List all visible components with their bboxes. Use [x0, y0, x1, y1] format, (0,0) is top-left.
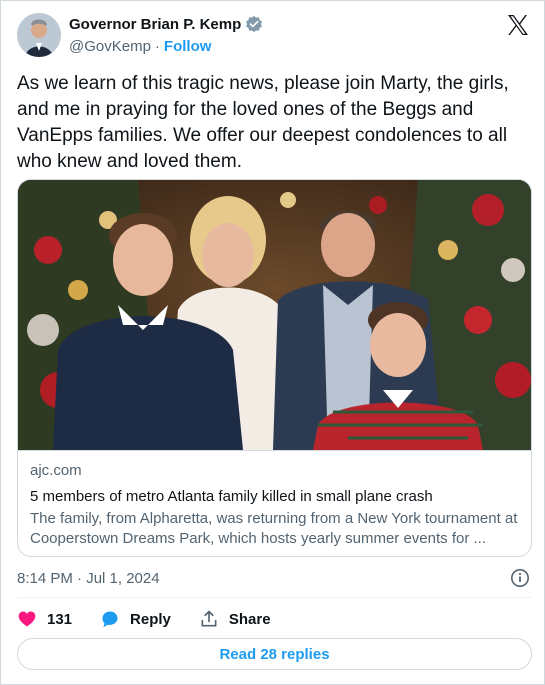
handle[interactable]: @GovKemp	[69, 38, 151, 55]
reply-bubble-icon	[102, 611, 118, 628]
heart-icon	[18, 611, 36, 627]
info-icon[interactable]	[510, 568, 530, 588]
avatar[interactable]	[17, 13, 61, 57]
tweet-embed: Governor Brian P. Kemp @GovKemp · Follow…	[0, 0, 545, 685]
share-label: Share	[228, 610, 271, 628]
follow-button[interactable]: Follow	[164, 38, 212, 55]
display-name[interactable]: Governor Brian P. Kemp	[69, 16, 241, 33]
timestamp-row: 8:14 PM · Jul 1, 2024	[17, 567, 532, 589]
action-bar: 131 Reply Share	[17, 607, 532, 631]
x-logo-icon[interactable]	[506, 13, 530, 37]
share-button[interactable]: Share	[199, 609, 271, 629]
share-icon	[201, 610, 217, 627]
separator-dot: ·	[154, 38, 160, 55]
article-photo[interactable]	[18, 180, 531, 450]
reply-button[interactable]: Reply	[100, 609, 171, 629]
tweet-header: Governor Brian P. Kemp @GovKemp · Follow	[17, 13, 532, 61]
card-description: The family, from Alpharetta, was returni…	[30, 510, 518, 547]
card-domain: ajc.com	[30, 462, 82, 479]
timestamp[interactable]: 8:14 PM · Jul 1, 2024	[17, 570, 160, 587]
like-count: 131	[47, 610, 73, 628]
tweet-text: As we learn of this tragic news, please …	[17, 73, 509, 172]
link-preview-card[interactable]: ajc.com 5 members of metro Atlanta famil…	[17, 179, 532, 557]
link-card-meta: ajc.com 5 members of metro Atlanta famil…	[18, 450, 531, 556]
card-title[interactable]: 5 members of metro Atlanta family killed…	[30, 487, 521, 507]
verified-badge-icon	[245, 15, 263, 33]
like-button[interactable]: 131	[17, 609, 72, 629]
divider	[17, 597, 532, 598]
name-row: Governor Brian P. Kemp	[69, 15, 263, 33]
handle-row: @GovKemp · Follow	[69, 38, 211, 55]
read-replies-button[interactable]: Read 28 replies	[17, 638, 532, 670]
reply-label: Reply	[130, 610, 171, 628]
